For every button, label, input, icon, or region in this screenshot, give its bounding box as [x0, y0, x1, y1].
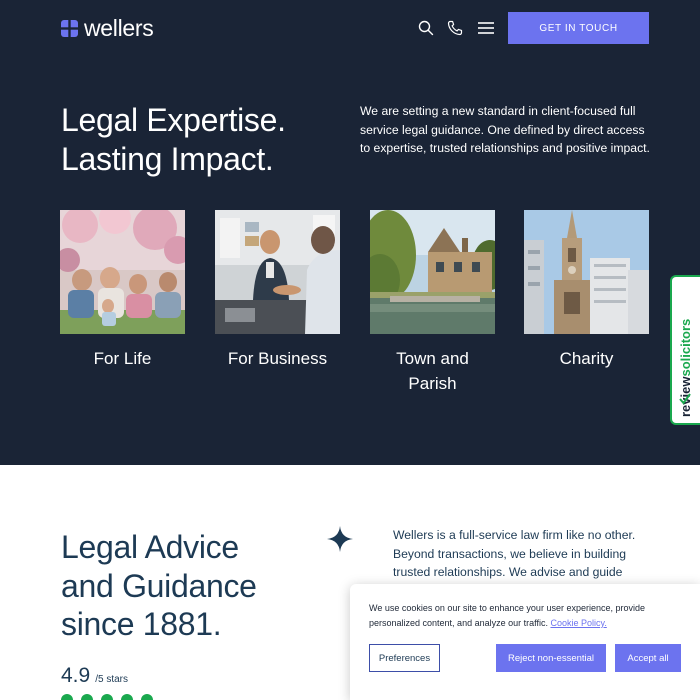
star-icon	[81, 694, 93, 700]
card-label: For Business	[227, 349, 328, 368]
hero-title: Legal Expertise. Lasting Impact.	[61, 101, 351, 179]
business-photo	[215, 210, 340, 334]
get-in-touch-button[interactable]: GET IN TOUCH	[508, 12, 649, 44]
card-label: For Life	[93, 349, 152, 368]
card-town-and-parish[interactable]: Town and Parish	[370, 210, 495, 396]
star-icon	[141, 694, 153, 700]
intro-title: Legal Advice and Guidance since 1881.	[61, 528, 311, 644]
badge-text: solicitors	[678, 318, 693, 377]
hero-description: We are setting a new standard in client-…	[360, 104, 650, 156]
card-charity[interactable]: Charity	[524, 210, 649, 371]
logo-mark-icon	[61, 19, 78, 37]
rating-value: 4.9	[61, 664, 91, 687]
reviewsolicitors-badge[interactable]: reviewsolicitors	[670, 275, 700, 425]
card-label: Charity	[559, 349, 614, 368]
card-for-life[interactable]: For Life	[60, 210, 185, 371]
intro-title-line: since 1881.	[61, 606, 222, 642]
cookie-message: We use cookies on our site to enhance yo…	[369, 601, 679, 631]
logo-text: wellers	[84, 14, 154, 41]
cookie-policy-link[interactable]: Cookie Policy.	[550, 618, 606, 628]
search-icon[interactable]	[417, 19, 435, 37]
intro-title-line: Legal Advice	[61, 529, 239, 565]
card-label: Town and Parish	[396, 349, 469, 393]
intro-text: Wellers is a full-service law firm like …	[393, 528, 636, 580]
charity-photo	[524, 210, 649, 334]
cookie-banner: We use cookies on our site to enhance yo…	[350, 584, 700, 700]
town-photo	[370, 210, 495, 334]
preferences-button[interactable]: Preferences	[369, 644, 440, 672]
star-icon	[121, 694, 133, 700]
page: wellers GET IN TOUCH Legal Expertise. La…	[0, 0, 700, 700]
intro-title-line: and Guidance	[61, 567, 257, 604]
menu-icon[interactable]	[476, 19, 496, 37]
hero-title-line: Legal Expertise.	[61, 102, 286, 138]
logo[interactable]: wellers	[61, 14, 154, 41]
family-photo	[60, 210, 185, 334]
hero-title-line: Lasting Impact.	[61, 141, 274, 177]
sparkle-icon	[327, 526, 353, 552]
check-icon	[679, 393, 691, 405]
rating: 4.9 /5 stars	[61, 664, 128, 688]
rating-suffix: /5 stars	[95, 674, 128, 685]
card-for-business[interactable]: For Business	[215, 210, 340, 371]
accept-all-button[interactable]: Accept all	[615, 644, 681, 672]
rating-stars	[61, 694, 171, 700]
hero-section: wellers GET IN TOUCH Legal Expertise. La…	[0, 0, 700, 465]
phone-icon[interactable]	[446, 19, 464, 37]
star-icon	[101, 694, 113, 700]
reject-non-essential-button[interactable]: Reject non-essential	[496, 644, 606, 672]
star-icon	[61, 694, 73, 700]
